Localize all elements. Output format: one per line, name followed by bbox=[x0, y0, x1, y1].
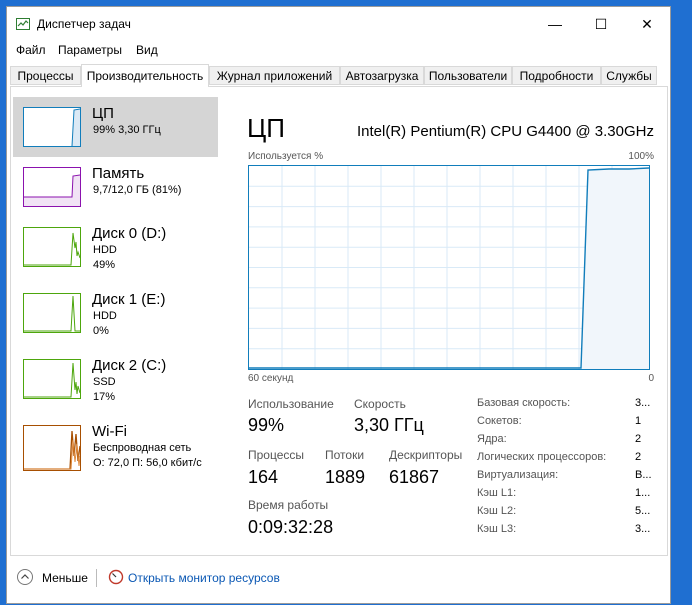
disk1-mini-graph bbox=[23, 293, 81, 333]
sidebar-item-detail: 49% bbox=[93, 259, 116, 271]
resource-monitor-icon[interactable] bbox=[108, 569, 124, 585]
performance-panel: ЦП 99% 3,30 ГГц Память 9,7/12,0 ГБ (81%) bbox=[10, 86, 668, 556]
menu-bar: Файл Параметры Вид bbox=[7, 41, 670, 63]
cpu-usage-graph bbox=[248, 165, 650, 370]
footer-divider bbox=[96, 569, 97, 587]
open-resource-monitor-link[interactable]: Открыть монитор ресурсов bbox=[128, 571, 280, 585]
page-title: ЦП bbox=[247, 113, 285, 143]
menu-view[interactable]: Вид bbox=[136, 43, 158, 57]
tab-users[interactable]: Пользователи bbox=[424, 66, 512, 85]
uptime-value: 0:09:32:28 bbox=[248, 517, 334, 537]
sidebar-item-label: Wi-Fi bbox=[92, 423, 127, 440]
task-manager-icon bbox=[16, 18, 30, 30]
sidebar-item-disk0[interactable]: Диск 0 (D:) HDD 49% bbox=[13, 217, 218, 277]
sidebar-item-disk1[interactable]: Диск 1 (E:) HDD 0% bbox=[13, 283, 218, 343]
wifi-mini-graph bbox=[23, 425, 81, 471]
spec-label: Кэш L2: bbox=[477, 505, 517, 517]
tab-details[interactable]: Подробности bbox=[512, 66, 601, 85]
tab-app-history[interactable]: Журнал приложений bbox=[209, 66, 340, 85]
uptime-label: Время работы bbox=[248, 498, 329, 512]
spec-label: Кэш L1: bbox=[477, 487, 517, 499]
sidebar-item-detail: 0% bbox=[93, 325, 109, 337]
cpu-mini-graph bbox=[23, 107, 81, 147]
footer-bar: Меньше Открыть монитор ресурсов bbox=[7, 557, 670, 603]
sidebar-item-detail: 9,7/12,0 ГБ (81%) bbox=[93, 184, 182, 196]
usage-label: Использование bbox=[248, 397, 334, 411]
tab-processes[interactable]: Процессы bbox=[10, 66, 81, 85]
spec-label: Сокетов: bbox=[477, 415, 522, 427]
spec-value: 1 bbox=[635, 415, 642, 427]
speed-label: Скорость bbox=[354, 397, 406, 411]
sidebar-item-label: ЦП bbox=[92, 105, 114, 122]
spec-value: 3... bbox=[635, 523, 651, 535]
processes-label: Процессы bbox=[248, 448, 305, 462]
tab-startup[interactable]: Автозагрузка bbox=[340, 66, 424, 85]
spec-label: Кэш L3: bbox=[477, 523, 517, 535]
spec-value: 1... bbox=[635, 487, 651, 499]
disk2-mini-graph bbox=[23, 359, 81, 399]
sidebar-item-detail: 99% 3,30 ГГц bbox=[93, 124, 161, 136]
graph-axis-left-label: 60 секунд bbox=[248, 373, 294, 384]
sidebar-item-type: HDD bbox=[93, 244, 117, 256]
spec-value: 2 bbox=[635, 433, 642, 445]
tab-performance[interactable]: Производительность bbox=[81, 64, 209, 87]
sidebar-item-type: SSD bbox=[93, 376, 116, 388]
sidebar-item-cpu[interactable]: ЦП 99% 3,30 ГГц bbox=[13, 97, 218, 157]
title-bar[interactable]: Диспетчер задач — ☐ ✕ bbox=[7, 7, 670, 41]
tab-services[interactable]: Службы bbox=[601, 66, 657, 85]
tab-strip: Процессы Производительность Журнал прило… bbox=[10, 64, 660, 87]
spec-value: 2 bbox=[635, 451, 642, 463]
usage-value: 99% bbox=[248, 415, 285, 435]
sidebar-item-type: Беспроводная сеть bbox=[93, 442, 192, 454]
spec-label: Виртуализация: bbox=[477, 469, 559, 481]
spec-label: Ядра: bbox=[477, 433, 507, 445]
processes-value: 164 bbox=[248, 467, 279, 487]
menu-options[interactable]: Параметры bbox=[58, 43, 122, 57]
sidebar-item-detail: О: 72,0 П: 56,0 кбит/с bbox=[93, 457, 202, 469]
spec-value: 5... bbox=[635, 505, 651, 517]
resource-sidebar: ЦП 99% 3,30 ГГц Память 9,7/12,0 ГБ (81%) bbox=[13, 97, 218, 557]
threads-value: 1889 bbox=[325, 467, 366, 487]
sidebar-item-memory[interactable]: Память 9,7/12,0 ГБ (81%) bbox=[13, 157, 218, 217]
memory-mini-graph bbox=[23, 167, 81, 207]
speed-value: 3,30 ГГц bbox=[354, 415, 424, 435]
disk0-mini-graph bbox=[23, 227, 81, 267]
sidebar-item-wifi[interactable]: Wi-Fi Беспроводная сеть О: 72,0 П: 56,0 … bbox=[13, 415, 218, 475]
handles-label: Дескрипторы bbox=[389, 448, 463, 462]
sidebar-item-label: Диск 0 (D:) bbox=[92, 225, 167, 242]
sidebar-item-label: Диск 1 (E:) bbox=[92, 291, 166, 308]
graph-max-label: 100% bbox=[628, 151, 654, 162]
graph-label: Используется % bbox=[248, 151, 324, 162]
spec-value: В... bbox=[635, 469, 652, 481]
sidebar-item-label: Память bbox=[92, 165, 145, 182]
window-title: Диспетчер задач bbox=[37, 17, 131, 31]
task-manager-window: Диспетчер задач — ☐ ✕ Файл Параметры Вид… bbox=[6, 6, 671, 604]
cpu-model-name: Intel(R) Pentium(R) CPU G4400 @ 3.30GHz bbox=[357, 123, 654, 140]
sidebar-item-label: Диск 2 (C:) bbox=[92, 357, 167, 374]
sidebar-item-type: HDD bbox=[93, 310, 117, 322]
sidebar-item-detail: 17% bbox=[93, 391, 116, 403]
graph-axis-right-label: 0 bbox=[648, 373, 654, 384]
handles-value: 61867 bbox=[389, 467, 440, 487]
maximize-button[interactable]: ☐ bbox=[578, 7, 624, 41]
minimize-button[interactable]: — bbox=[532, 7, 578, 41]
spec-label: Логических процессоров: bbox=[477, 451, 607, 463]
fewer-details-button[interactable]: Меньше bbox=[42, 571, 88, 585]
threads-label: Потоки bbox=[325, 448, 365, 462]
chevron-up-icon[interactable] bbox=[17, 569, 33, 585]
spec-value: 3... bbox=[635, 397, 651, 409]
close-button[interactable]: ✕ bbox=[624, 7, 670, 41]
spec-label: Базовая скорость: bbox=[477, 397, 571, 409]
menu-file[interactable]: Файл bbox=[16, 43, 46, 57]
sidebar-item-disk2[interactable]: Диск 2 (C:) SSD 17% bbox=[13, 349, 218, 409]
